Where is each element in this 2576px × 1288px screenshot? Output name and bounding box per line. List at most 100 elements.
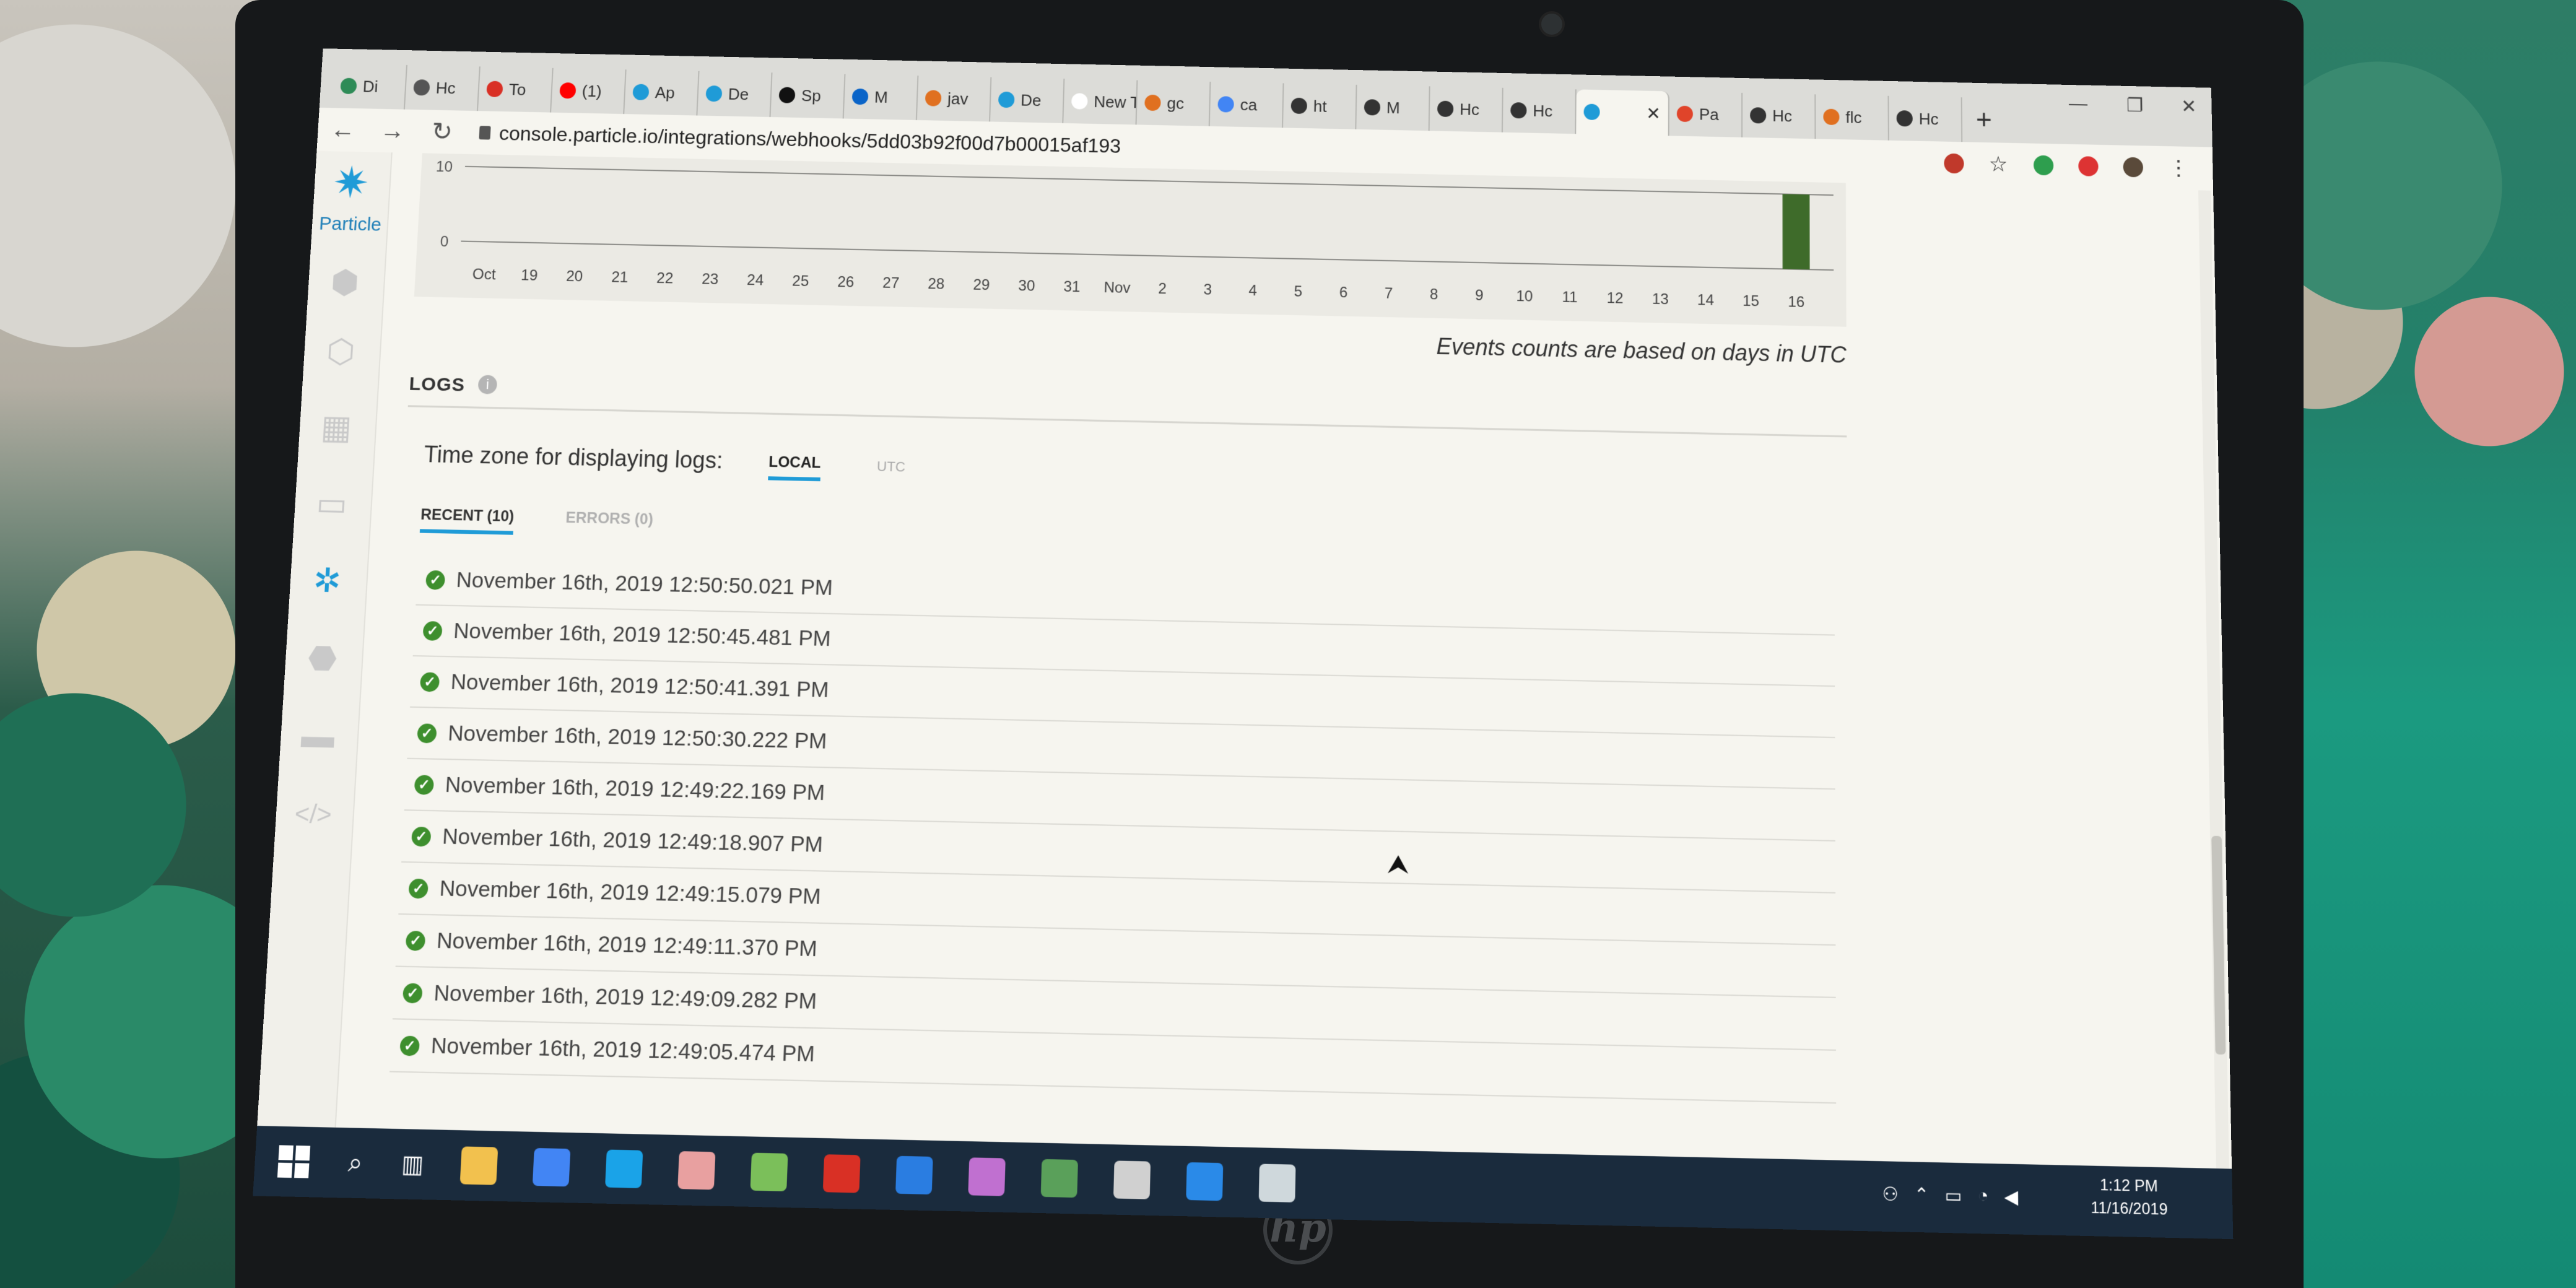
browser-tab[interactable]: Ap [624,69,699,115]
tab-label: Hc [1919,109,1939,129]
log-entry-timestamp: November 16th, 2019 12:50:50.021 PM [456,568,833,601]
browser-tab[interactable]: Di [332,64,407,110]
taskbar-clock[interactable]: 1:12 PM 11/16/2019 [2091,1174,2168,1222]
log-entry-timestamp: November 16th, 2019 12:49:15.079 PM [439,876,822,910]
close-window-icon[interactable]: ✕ [2181,96,2197,118]
tab-favicon-icon [1071,93,1088,109]
tab-favicon-icon [1217,96,1234,112]
browser-tab[interactable]: ht [1283,83,1357,129]
forward-icon[interactable]: → [367,116,418,146]
chart-x-tick-label: Oct [472,266,496,283]
grammarly-icon[interactable] [2034,155,2054,176]
particle-logo-icon[interactable]: ✷ [331,163,371,202]
back-icon[interactable]: ← [317,115,368,144]
battery-icon[interactable]: ▭ [1945,1184,1962,1207]
wifi-icon[interactable]: ◔ [1977,1185,1988,1207]
taskbar-app-icon[interactable] [1259,1164,1296,1202]
devices-icon[interactable]: ⬢ [325,263,365,302]
bookmark-star-icon[interactable]: ☆ [1989,154,2009,175]
timezone-utc-option[interactable]: UTC [877,458,906,476]
browser-tab[interactable]: flc [1816,94,1889,140]
webcam [1539,11,1565,37]
browser-tab[interactable]: gc [1137,80,1211,126]
authentication-icon[interactable]: ⬣ [302,638,342,678]
url-field[interactable]: console.particle.io/integrations/webhook… [479,121,1121,158]
tab-favicon-icon [1437,101,1453,117]
browser-tab[interactable]: Hc [1889,96,1962,142]
chart-x-tick-label: 15 [1743,292,1759,310]
extension-icons: ☆ ⋮ [1944,142,2188,190]
taskbar-app-icon[interactable] [1186,1162,1224,1201]
taskbar-app-icon[interactable] [1041,1159,1078,1198]
taskbar-app-icon[interactable] [751,1153,788,1191]
browser-tab[interactable]: ✕ [1576,89,1669,136]
task-view-icon[interactable]: ▥ [401,1150,424,1179]
extension-badge-icon[interactable] [2078,156,2099,176]
tab-close-icon[interactable]: ✕ [1646,103,1661,123]
taskbar-app-icon[interactable] [895,1156,933,1194]
billing-icon[interactable]: ▬ [298,716,338,756]
menu-dots-icon[interactable]: ⋮ [2168,158,2188,178]
taskbar-app-icon[interactable] [1113,1160,1151,1199]
chevron-up-icon[interactable]: ⌃ [1914,1183,1930,1206]
integrations-icon[interactable]: ✲ [307,562,347,601]
new-tab-button[interactable]: + [1962,97,2006,142]
browser-tab[interactable]: Hc [405,65,481,111]
tab-favicon-icon [340,78,357,94]
profile-avatar[interactable] [2123,157,2143,178]
browser-tab[interactable]: jav [917,76,992,121]
tab-label: New T [1094,92,1138,112]
search-icon[interactable]: ⌕ [347,1147,363,1178]
browser-tab[interactable]: De [990,77,1064,123]
tab-label: (1) [581,81,602,101]
volume-icon[interactable]: ◀ [2004,1185,2018,1208]
extension-icon[interactable] [1944,154,1964,174]
browser-tab[interactable]: M [1356,85,1430,131]
browser-tab[interactable]: De [697,71,772,117]
log-entry-timestamp: November 16th, 2019 12:49:05.474 PM [430,1033,816,1068]
console-icon[interactable]: ▭ [311,485,352,524]
browser-tab[interactable]: M [844,74,919,120]
taskbar-app-icon[interactable] [533,1148,571,1186]
browser-tab[interactable]: New T [1063,79,1138,124]
taskbar-app-icon[interactable] [460,1146,498,1185]
browser-tab[interactable]: Hc [1743,93,1816,139]
chart-x-tick-label: 7 [1385,285,1393,302]
browser-tab[interactable]: Pa [1669,91,1743,137]
products-icon[interactable]: ⬡ [321,333,360,371]
info-icon[interactable]: i [477,375,497,394]
timezone-local-option[interactable]: LOCAL [768,453,821,481]
tab-label: ht [1313,97,1327,116]
browser-tab[interactable]: ca [1210,82,1284,128]
log-entry-timestamp: November 16th, 2019 12:49:18.907 PM [442,824,823,858]
tab-favicon-icon [1510,102,1526,118]
reload-icon[interactable]: ↻ [417,117,468,147]
browser-tab[interactable]: Sp [771,72,846,118]
browser-tab[interactable]: (1) [551,68,627,114]
chart-x-tick-label: 28 [928,276,945,293]
chart-x-tick-label: 3 [1203,281,1212,298]
tab-favicon-icon [1583,104,1599,120]
event-history-chart: 10 0 Oct 19 20 21 22 23 24 25 26 27 28 29 30 31 Nov 2 3 4 5 6… [414,153,1847,326]
browser-tab[interactable]: Hc [1430,86,1503,132]
tab-favicon-icon [852,89,869,105]
taskbar-app-icon[interactable] [678,1151,716,1190]
tab-errors[interactable]: ERRORS (0) [565,509,654,529]
tab-favicon-icon [413,79,430,95]
taskbar-app-icon[interactable] [968,1157,1006,1196]
browser-tab[interactable]: To [478,66,554,112]
taskbar-app-icon[interactable] [823,1154,861,1193]
browser-tab[interactable]: Hc [1503,88,1577,134]
tab-favicon-icon [1364,99,1380,115]
tab-label: Hc [1772,106,1792,126]
minimize-icon[interactable]: — [2069,94,2088,115]
windows-start-icon[interactable] [277,1145,310,1178]
log-entry-timestamp: November 16th, 2019 12:49:09.282 PM [433,980,817,1014]
tab-recent[interactable]: RECENT (10) [420,506,515,535]
restore-icon[interactable]: ❐ [2126,95,2144,116]
code-icon[interactable]: </> [293,794,334,835]
people-icon[interactable]: ⚇ [1882,1183,1899,1206]
success-check-icon: ✓ [420,672,440,692]
taskbar-app-icon[interactable] [605,1149,643,1188]
sim-card-icon[interactable]: ▦ [316,408,357,447]
